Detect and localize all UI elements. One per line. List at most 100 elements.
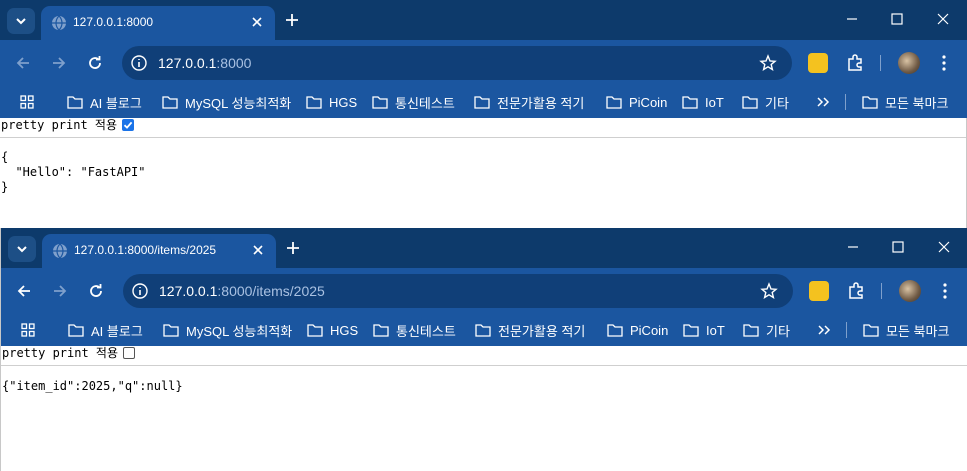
divider [1,365,967,366]
pretty-print-bar: pretty print 적용 [0,118,966,132]
bookmark-item[interactable]: 기타 [742,92,789,112]
lightbulb-icon[interactable] [808,53,828,73]
arrow-left-icon[interactable] [15,282,33,300]
url-text[interactable]: 127.0.0.1:8000 [158,55,251,71]
tab-search-button[interactable] [7,8,35,34]
bookmark-item[interactable]: AI 블로그 [67,92,142,112]
bookmark-label: 기타 [766,323,790,339]
bookmark-item[interactable]: MySQL 성능최적화 [162,92,291,112]
plus-icon[interactable] [284,239,302,257]
close-window-icon[interactable] [936,12,950,26]
tab-title: 127.0.0.1:8000/items/2025 [74,243,217,257]
folder-icon [683,324,699,337]
address-bar[interactable]: 127.0.0.1:8000 [122,46,792,80]
json-line: } [1,180,9,194]
bookmark-item[interactable]: 전문가활용 적기 [474,92,584,112]
close-icon[interactable] [250,242,266,258]
chevron-double-right-icon[interactable] [816,322,832,338]
bookmark-item[interactable]: 통신테스트 [372,92,455,112]
folder-icon [307,324,323,337]
bookmark-label: IoT [706,322,725,338]
check-icon [123,121,133,129]
tab-strip: 127.0.0.1:8000/items/2025 [1,228,967,268]
pretty-print-label: pretty print 적용 [1,118,118,132]
avatar[interactable] [898,52,920,74]
toolbar-divider [880,55,881,71]
chevron-double-right-icon[interactable] [815,94,831,110]
apps-grid-icon[interactable] [21,323,35,337]
arrow-right-icon[interactable] [51,282,69,300]
apps-grid-icon[interactable] [20,95,34,109]
toolbar: 127.0.0.1:8000/items/2025 [1,268,967,314]
kebab-icon[interactable] [936,54,952,72]
tab-active[interactable]: 127.0.0.1:8000/items/2025 [42,234,276,268]
address-bar[interactable]: 127.0.0.1:8000/items/2025 [123,274,793,308]
pretty-print-bar: pretty print 적용 [1,346,967,360]
bookmark-item[interactable]: 기타 [743,320,790,340]
json-line: { [1,150,9,164]
url-host: 127.0.0.1 [159,283,218,299]
tab-active[interactable]: 127.0.0.1:8000 [41,6,275,40]
reload-icon[interactable] [86,54,104,72]
folder-icon [742,96,758,109]
folder-icon [162,96,178,109]
bookmark-label: 통신테스트 [396,323,456,339]
bookmark-item[interactable]: IoT [683,320,725,340]
bookmark-item[interactable]: 전문가활용 적기 [475,320,585,340]
tab-title: 127.0.0.1:8000 [73,15,154,29]
puzzle-icon[interactable] [846,281,866,301]
folder-icon [163,324,179,337]
toolbar-divider [881,283,882,299]
bookmark-label: 전문가활용 적기 [498,323,586,339]
info-icon[interactable] [130,54,148,72]
bookmark-item[interactable]: 통신테스트 [373,320,456,340]
minimize-icon[interactable] [846,240,860,254]
bookmark-item[interactable]: IoT [682,92,724,112]
all-bookmarks-button[interactable]: 모든 북마크 [863,320,949,340]
star-icon[interactable] [760,282,778,300]
bookmarks-bar: AI 블로그 MySQL 성능최적화 HGS 통신테스트 전문가활용 적기 Pi… [0,86,967,118]
pretty-print-label: pretty print 적용 [2,346,119,360]
maximize-icon[interactable] [890,12,904,26]
reload-icon[interactable] [87,282,105,300]
bookmark-item[interactable]: HGS [306,92,357,112]
bookmark-item[interactable]: HGS [307,320,358,340]
maximize-icon[interactable] [891,240,905,254]
all-bookmarks-label: 모든 북마크 [885,95,949,111]
bookmark-item[interactable]: MySQL 성능최적화 [163,320,292,340]
info-icon[interactable] [131,282,149,300]
bookmark-label: AI 블로그 [90,95,142,111]
arrow-left-icon[interactable] [14,54,32,72]
folder-icon [606,96,622,109]
bookmarks-bar: AI 블로그 MySQL 성능최적화 HGS 통신테스트 전문가활용 적기 Pi… [1,314,967,346]
bookmark-item[interactable]: PiCoin [606,92,667,112]
arrow-right-icon[interactable] [50,54,68,72]
pretty-print-checkbox[interactable] [123,347,136,359]
tab-search-button[interactable] [8,236,36,262]
folder-icon [373,324,389,337]
json-line: "Hello": "FastAPI" [1,165,146,179]
tab-strip: 127.0.0.1:8000 [0,0,967,40]
kebab-icon[interactable] [937,282,953,300]
close-icon[interactable] [249,14,265,30]
folder-icon [862,96,878,109]
pretty-print-checkbox[interactable] [122,119,135,131]
url-host: 127.0.0.1 [158,55,217,71]
avatar[interactable] [899,280,921,302]
star-icon[interactable] [759,54,777,72]
folder-icon [306,96,322,109]
minimize-icon[interactable] [845,12,859,26]
page-content: pretty print 적용 { "Hello": "FastAPI"} [0,118,967,228]
plus-icon[interactable] [283,11,301,29]
close-window-icon[interactable] [937,240,951,254]
chevron-down-icon [17,246,27,253]
bookmark-item[interactable]: PiCoin [607,320,668,340]
chevron-down-icon [16,18,26,25]
folder-icon [682,96,698,109]
puzzle-icon[interactable] [845,53,865,73]
all-bookmarks-button[interactable]: 모든 북마크 [862,92,948,112]
lightbulb-icon[interactable] [809,281,829,301]
toolbar: 127.0.0.1:8000 [0,40,967,86]
url-text[interactable]: 127.0.0.1:8000/items/2025 [159,283,325,299]
bookmark-item[interactable]: AI 블로그 [68,320,143,340]
